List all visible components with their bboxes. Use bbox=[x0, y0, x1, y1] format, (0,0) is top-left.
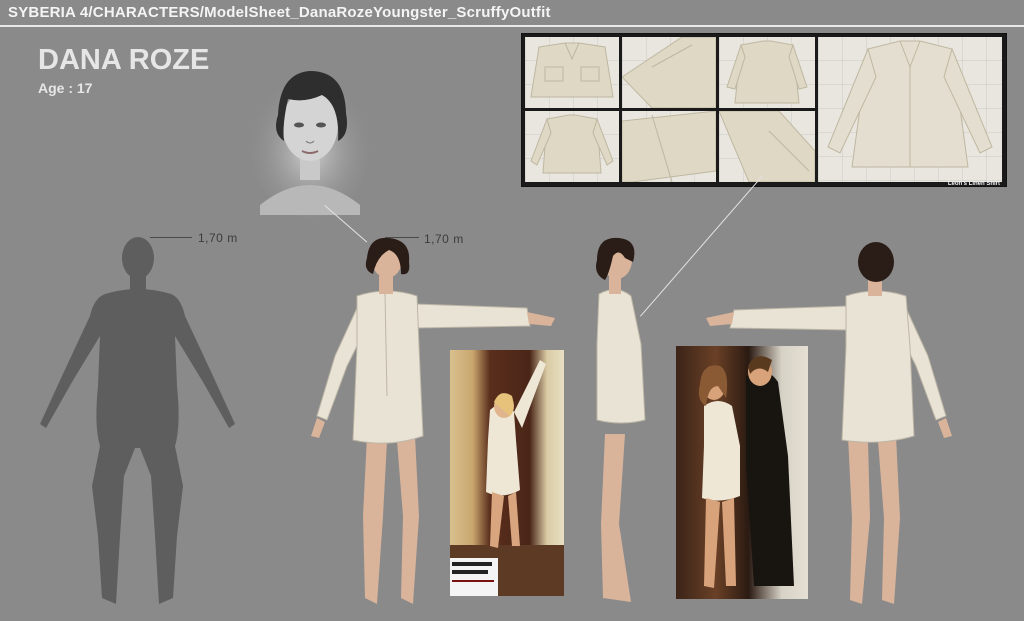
shirt-photo-2 bbox=[622, 37, 716, 108]
character-age: Age : 17 bbox=[38, 80, 93, 96]
shirt-photo-large bbox=[818, 37, 1002, 182]
header-divider bbox=[0, 25, 1024, 27]
shirt-photo-1 bbox=[525, 37, 619, 108]
side-view-figure bbox=[596, 237, 646, 602]
reference-caption: Leon's Linen Shirt bbox=[947, 181, 1000, 187]
sheet-file-path: SYBERIA 4/CHARACTERS/ModelSheet_DanaRoze… bbox=[8, 4, 551, 21]
shirt-photo-3 bbox=[719, 37, 815, 108]
shirt-reference-board: Leon's Linen Shirt bbox=[521, 33, 1007, 187]
reference-photo-right bbox=[676, 346, 808, 599]
front-height-line bbox=[385, 237, 419, 238]
silhouette-height-label: 1,70 m bbox=[198, 231, 238, 245]
shirt-photo-6 bbox=[719, 111, 815, 182]
portrait-sketch bbox=[250, 71, 370, 217]
silhouette-height-line bbox=[150, 237, 192, 238]
shirt-photo-4 bbox=[525, 111, 619, 182]
front-height-label: 1,70 m bbox=[424, 232, 464, 246]
reference-photo-left bbox=[450, 350, 564, 596]
shirt-photo-5 bbox=[622, 111, 716, 182]
character-name: DANA ROZE bbox=[38, 44, 210, 76]
body-silhouette bbox=[40, 237, 235, 604]
